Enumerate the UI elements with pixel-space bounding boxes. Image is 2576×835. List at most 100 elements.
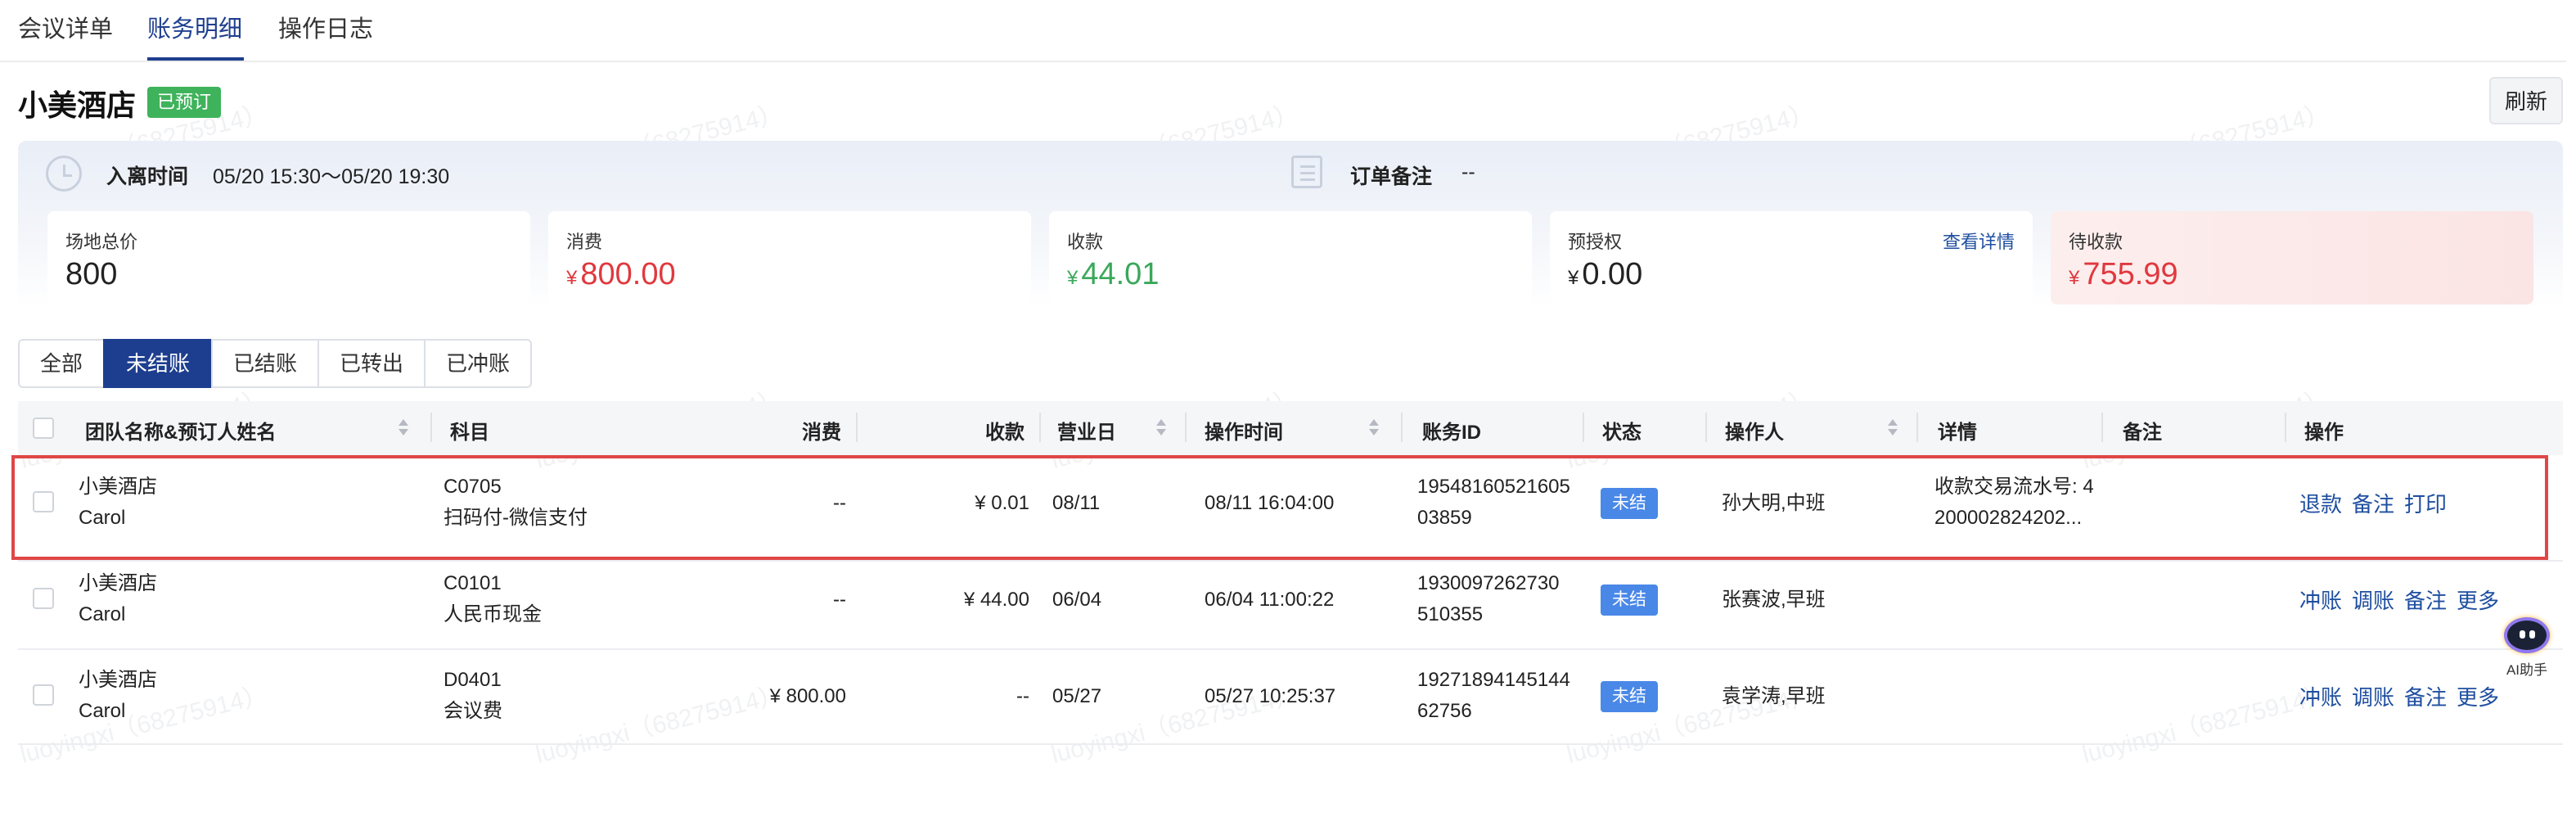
view-details-link[interactable]: 查看详情 (1943, 228, 2015, 254)
consume-amount: ¥ 800.00 (769, 685, 846, 707)
ai-assistant-button[interactable]: AI助手 (2491, 612, 2563, 681)
filter-unsettled[interactable]: 未结账 (103, 339, 213, 388)
watermark: luoyingxi（68275914） (2079, 680, 2333, 769)
select-all-checkbox[interactable] (33, 418, 54, 439)
column-divider (2101, 413, 2103, 442)
currency-symbol: ¥ (1067, 267, 1079, 289)
column-header-detail: 详情 (1938, 422, 1977, 444)
active-tab-indicator (147, 57, 244, 61)
column-divider (1916, 413, 1918, 442)
booker-name: Carol (79, 700, 126, 722)
sort-icon[interactable] (1368, 418, 1380, 439)
remark-button[interactable]: 备注 (2404, 681, 2447, 711)
tab-account-detail[interactable]: 账务明细 (147, 10, 242, 44)
card-amount: 755.99 (2083, 257, 2178, 291)
card-value: ¥0.00 (1568, 257, 1642, 292)
adjust-button[interactable]: 调账 (2352, 584, 2394, 615)
sort-icon[interactable] (398, 418, 409, 439)
card-value: ¥755.99 (2069, 257, 2178, 292)
card-value: 800 (65, 257, 117, 292)
currency-symbol: ¥ (2069, 267, 2080, 289)
card-amount: 800.00 (580, 257, 676, 291)
column-divider (856, 413, 858, 442)
row-checkbox[interactable] (33, 684, 54, 706)
reverse-button[interactable]: 冲账 (2299, 681, 2342, 711)
subject-code: C0101 (444, 572, 502, 594)
sort-icon[interactable] (1155, 418, 1167, 439)
column-divider (1401, 413, 1403, 442)
tab-meeting-detail[interactable]: 会议详单 (18, 10, 113, 44)
row-divider (18, 560, 2563, 562)
currency-symbol: ¥ (1568, 267, 1579, 289)
clock-icon (46, 156, 82, 192)
more-button[interactable]: 更多 (2457, 584, 2499, 615)
top-tabs: 会议详单 账务明细 操作日志 (0, 0, 2566, 62)
subject-code: D0401 (444, 669, 502, 691)
operator-name: 袁学涛,早班 (1722, 685, 1826, 707)
subject-name: 人民币现金 (444, 603, 542, 625)
subject-name: 会议费 (444, 700, 502, 722)
column-header-id: 账务ID (1422, 422, 1481, 444)
column-divider (1185, 413, 1187, 442)
filter-all[interactable]: 全部 (18, 339, 105, 388)
column-header-operator: 操作人 (1725, 422, 1784, 444)
card-label: 消费 (566, 232, 603, 252)
account-id: 19271894145144 (1417, 669, 1570, 691)
note-icon (1291, 156, 1322, 188)
receive-amount: ¥ 44.00 (963, 589, 1029, 611)
filter-reversed[interactable]: 已冲账 (424, 339, 532, 388)
page-title: 小美酒店 (18, 88, 137, 122)
consume-amount: -- (833, 589, 846, 611)
team-name: 小美酒店 (79, 669, 157, 691)
column-header-receive: 收款 (985, 422, 1025, 444)
account-id-cont: 62756 (1417, 700, 1472, 722)
card-consume: 消费 ¥800.00 (548, 211, 1031, 305)
robot-icon (2504, 617, 2550, 653)
row-divider (18, 648, 2563, 650)
receive-amount: -- (1016, 685, 1029, 707)
card-amount: 44.01 (1081, 257, 1160, 291)
row-highlight-box (11, 455, 2548, 560)
column-header-remark: 备注 (2123, 422, 2162, 444)
operation-time: 06/04 11:00:22 (1205, 589, 1335, 611)
column-divider (430, 413, 432, 442)
card-label: 待收款 (2069, 232, 2123, 252)
card-label: 预授权 (1568, 232, 1623, 252)
ai-assistant-label: AI助手 (2506, 662, 2548, 678)
account-id-cont: 510355 (1417, 603, 1484, 625)
column-divider (1583, 413, 1584, 442)
column-divider (1039, 413, 1041, 442)
column-header-team: 团队名称&预订人姓名 (85, 422, 277, 444)
card-label: 收款 (1067, 232, 1104, 252)
refresh-button[interactable]: 刷新 (2489, 77, 2563, 124)
card-receive: 收款 ¥44.01 (1049, 211, 1532, 305)
filter-transferred[interactable]: 已转出 (317, 339, 426, 388)
row-checkbox[interactable] (33, 588, 54, 609)
adjust-button[interactable]: 调账 (2352, 681, 2394, 711)
column-header-op-time: 操作时间 (1205, 422, 1283, 444)
filter-settled[interactable]: 已结账 (211, 339, 319, 388)
card-preauth: 预授权 查看详情 ¥0.00 (1550, 211, 2033, 305)
column-header-subject: 科目 (450, 422, 489, 444)
card-value: ¥800.00 (566, 257, 676, 292)
column-header-actions: 操作 (2304, 422, 2344, 444)
column-header-consume: 消费 (802, 422, 841, 444)
card-value: ¥44.01 (1067, 257, 1159, 292)
time-label: 入离时间 (106, 165, 189, 188)
reverse-button[interactable]: 冲账 (2299, 584, 2342, 615)
note-label: 订单备注 (1350, 165, 1433, 188)
operation-time: 05/27 10:25:37 (1205, 685, 1336, 707)
sort-icon[interactable] (1887, 418, 1898, 439)
status-badge: 未结 (1601, 681, 1658, 712)
account-id: 1930097262730 (1417, 572, 1560, 594)
card-venue-total: 场地总价 800 (47, 211, 530, 305)
booker-name: Carol (79, 603, 126, 625)
operator-name: 张赛波,早班 (1722, 589, 1826, 611)
more-button[interactable]: 更多 (2457, 681, 2499, 711)
remark-button[interactable]: 备注 (2404, 584, 2447, 615)
note-value: -- (1461, 160, 1475, 183)
card-amount: 800 (65, 257, 118, 291)
status-badge: 已预订 (147, 87, 222, 118)
column-header-business-day: 营业日 (1057, 422, 1116, 444)
tab-operation-log[interactable]: 操作日志 (278, 10, 373, 44)
